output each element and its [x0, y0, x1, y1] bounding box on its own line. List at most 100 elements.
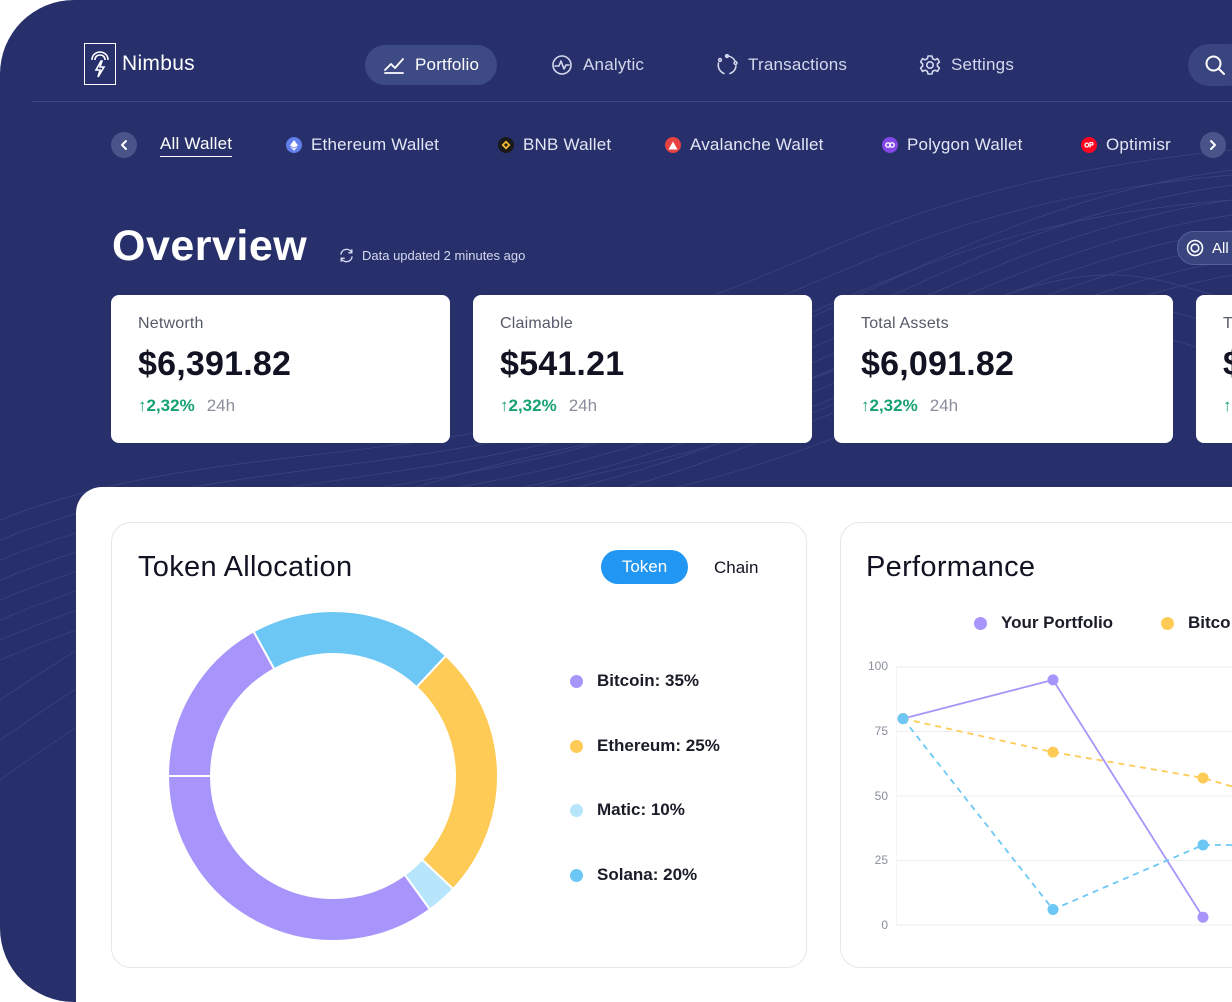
stat-change-percent: ↑2,32% [138, 396, 195, 415]
page-title: Overview [112, 222, 308, 270]
avalanche-icon [665, 137, 681, 153]
legend-swatch [974, 616, 987, 630]
stat-change-percent: ↑2,32% [500, 396, 557, 415]
filter-label: All [1212, 239, 1229, 257]
chevron-right-icon [1210, 140, 1216, 150]
stat-change: ↑2,32% 24h [500, 396, 785, 416]
stat-change-period: 24h [206, 396, 236, 415]
donut-slice-other[interactable] [166, 630, 276, 777]
toggle-chain-button[interactable]: Chain [714, 558, 758, 578]
wallet-tabs: All Wallet Ethereum Wallet BNB Wallet Av… [0, 132, 1232, 158]
nav-transactions[interactable]: Transactions [716, 45, 847, 85]
tab-all-wallet[interactable]: All Wallet [160, 132, 233, 158]
legend-swatch [570, 803, 583, 817]
y-tick-label: 50 [874, 789, 888, 803]
legend-label: Matic: 10% [597, 800, 685, 819]
refresh-icon[interactable] [339, 248, 354, 263]
legend-item-bitcoin: Bitco [1161, 613, 1231, 633]
series-line-2 [902, 718, 1232, 911]
tab-label: Optimisr [1106, 135, 1171, 154]
logo[interactable]: Nimbus [84, 43, 195, 85]
legend-swatch [570, 674, 583, 688]
y-tick-label: 0 [881, 918, 888, 932]
tab-avalanche-wallet[interactable]: Avalanche Wallet [665, 132, 824, 158]
legend-item-bitcoin: Bitcoin: 35% [570, 671, 699, 691]
data-point[interactable] [897, 713, 909, 725]
data-point[interactable] [1197, 839, 1209, 851]
legend-label: Bitcoin: 35% [597, 671, 700, 690]
data-point[interactable] [1047, 746, 1059, 758]
performance-title: Performance [866, 551, 1036, 583]
token-allocation-donut [166, 610, 499, 942]
toggle-token-button[interactable]: Token [601, 550, 688, 584]
wallet-filter-button[interactable]: All [1177, 231, 1232, 265]
polygon-icon [882, 137, 898, 153]
legend-swatch [1161, 616, 1174, 630]
stat-change-percent: ↑ [1223, 396, 1232, 415]
legend-swatch [570, 739, 583, 753]
stat-card-total-assets: Total Assets $6,091.82 ↑2,32% 24h [834, 295, 1173, 443]
tab-optimism-wallet[interactable]: Optimisr [1081, 132, 1171, 158]
stat-label: Total Assets [861, 315, 949, 332]
donut-slice-solana[interactable] [252, 610, 448, 689]
legend-label: Solana: 20% [597, 865, 698, 884]
stat-label: T [1223, 315, 1232, 332]
stat-change: ↑2,32% 24h [861, 396, 1146, 416]
data-point[interactable] [1047, 904, 1059, 916]
legend-swatch [570, 868, 583, 882]
optimism-icon [1081, 137, 1097, 153]
nav-label: Transactions [748, 55, 848, 74]
stat-change-period: 24h [929, 396, 959, 415]
stat-label: Networth [138, 315, 204, 332]
nav-settings[interactable]: Settings [919, 45, 1014, 85]
header-divider [32, 101, 1232, 102]
series-line-0 [902, 678, 1204, 918]
nav-label: Analytic [583, 55, 645, 74]
legend-item-your-portfolio: Your Portfolio [974, 613, 1113, 633]
stat-label: Claimable [500, 315, 573, 332]
stat-change: ↑2,32% 24h [138, 396, 423, 416]
y-tick-label: 25 [874, 853, 888, 867]
gear-icon [919, 55, 941, 75]
update-text: Data updated 2 minutes ago [362, 248, 526, 263]
donut-slice-ethereum[interactable] [415, 654, 499, 891]
nimbus-logo-icon [84, 43, 116, 85]
legend-label: Ethereum: 25% [597, 736, 720, 755]
search-button[interactable] [1188, 44, 1232, 86]
tab-label: All Wallet [160, 134, 233, 157]
stat-card-claimable: Claimable $541.21 ↑2,32% 24h [473, 295, 812, 443]
tabs-next-button[interactable] [1200, 132, 1226, 158]
donut-slice-bitcoin[interactable] [166, 775, 432, 942]
series-line-1 [902, 717, 1232, 788]
update-status: Data updated 2 minutes ago [339, 248, 525, 263]
target-icon [1186, 239, 1204, 257]
app-name: Nimbus [122, 52, 195, 75]
tab-label: Ethereum Wallet [311, 135, 440, 154]
data-point[interactable] [1197, 772, 1209, 784]
legend-item-solana: Solana: 20% [570, 865, 697, 885]
refresh-circle-icon [717, 54, 738, 75]
y-tick-label: 100 [867, 659, 888, 673]
tab-label: Avalanche Wallet [690, 135, 824, 154]
data-point[interactable] [1047, 674, 1059, 686]
stat-value: $ [1223, 345, 1232, 384]
token-allocation-title: Token Allocation [138, 551, 353, 583]
pulse-icon [552, 55, 572, 75]
stat-value: $541.21 [500, 345, 625, 383]
legend-item-ethereum: Ethereum: 25% [570, 736, 720, 756]
nav-portfolio[interactable]: Portfolio [365, 45, 498, 85]
chevron-left-icon [121, 140, 127, 150]
tab-ethereum-wallet[interactable]: Ethereum Wallet [286, 132, 439, 158]
stat-change-period: 24h [568, 396, 598, 415]
data-point[interactable] [1197, 911, 1209, 923]
stat-card-networth: Networth $6,391.82 ↑2,32% 24h [111, 295, 450, 443]
ethereum-icon [286, 137, 302, 153]
nav-analytic[interactable]: Analytic [551, 45, 644, 85]
nav-label: Settings [951, 55, 1015, 74]
legend-label: Bitco [1188, 613, 1231, 632]
tabs-prev-button[interactable] [111, 132, 137, 158]
tab-bnb-wallet[interactable]: BNB Wallet [498, 132, 611, 158]
tab-polygon-wallet[interactable]: Polygon Wallet [882, 132, 1023, 158]
tab-label: BNB Wallet [523, 135, 612, 154]
legend-label: Your Portfolio [1001, 613, 1114, 632]
